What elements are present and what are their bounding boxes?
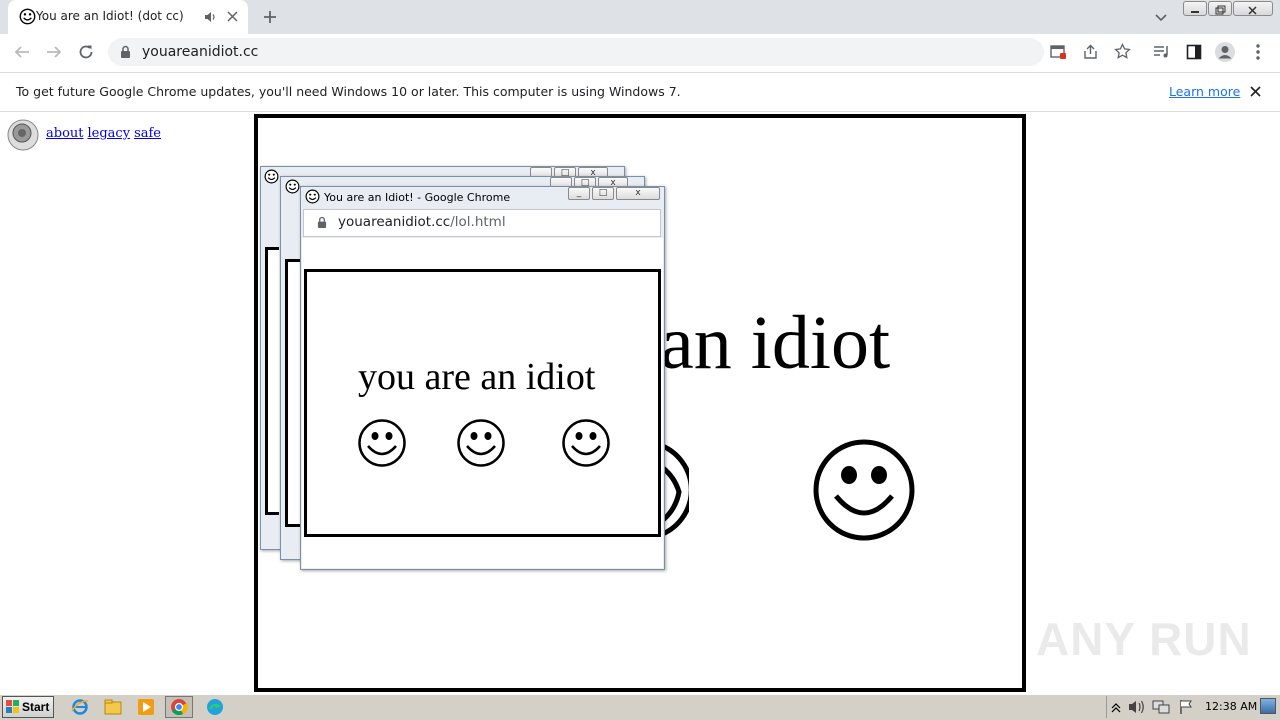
file-explorer-icon[interactable]: [104, 698, 122, 716]
popup-maximize-button[interactable]: □: [592, 187, 614, 200]
show-desktop-button[interactable]: [1260, 698, 1276, 714]
smiley-icon: [562, 419, 610, 467]
media-control-icon[interactable]: [1153, 44, 1171, 60]
popup-url: youareanidiot.cc/lol.html: [338, 214, 506, 230]
popup-idiot-text: you are an idiot: [358, 356, 596, 398]
start-label: Start: [22, 700, 50, 714]
volume-icon[interactable]: [1128, 699, 1146, 715]
about-link[interactable]: about: [46, 126, 84, 141]
chrome-taskbar-button[interactable]: [165, 696, 193, 718]
smiley-favicon-icon: [305, 189, 320, 204]
close-infobar-icon[interactable]: [1249, 85, 1262, 98]
page-links: about legacy safe: [46, 122, 165, 141]
back-arrow-icon[interactable]: [13, 44, 31, 60]
learn-more-link[interactable]: Learn more: [1169, 84, 1240, 99]
internet-explorer-icon[interactable]: [71, 698, 89, 716]
popup-content-frame: [304, 269, 661, 537]
smiley-icon: [457, 419, 505, 467]
minimize-window-button[interactable]: [1183, 1, 1207, 16]
big-smiley-icon: [813, 439, 915, 541]
speaker-sound-icon[interactable]: [6, 118, 40, 152]
chrome-icon: [171, 699, 188, 716]
speaker-audio-icon[interactable]: [203, 10, 217, 24]
close-window-button[interactable]: [1233, 1, 1273, 16]
restore-window-button[interactable]: [1208, 1, 1232, 16]
tray-divider: [1106, 696, 1107, 718]
share-icon[interactable]: [1082, 44, 1099, 60]
side-panel-icon[interactable]: [1186, 44, 1202, 60]
media-player-icon[interactable]: [137, 698, 155, 716]
tab-title: You are an Idiot! (dot cc): [36, 9, 184, 23]
windows-logo-icon: [6, 700, 19, 713]
popup-close-button[interactable]: x: [616, 187, 660, 200]
infobar-message: To get future Google Chrome updates, you…: [16, 84, 681, 99]
legacy-link[interactable]: legacy: [88, 126, 131, 141]
more-menu-icon[interactable]: [1252, 43, 1264, 61]
taskbar-clock[interactable]: 12:38 AM: [1205, 700, 1257, 713]
network-icon[interactable]: [1152, 699, 1170, 715]
new-tab-icon[interactable]: [262, 9, 278, 25]
smiley-icon: [358, 419, 406, 467]
reload-icon[interactable]: [77, 43, 95, 61]
blocked-popup-icon[interactable]: [1050, 44, 1067, 60]
smiley-favicon-icon: [264, 169, 279, 184]
popup-title: You are an Idiot! - Google Chrome: [324, 191, 511, 204]
action-center-flag-icon[interactable]: [1178, 699, 1194, 715]
lock-icon: [317, 216, 327, 228]
smiley-favicon-icon: [285, 179, 300, 194]
url-text[interactable]: youareanidiot.cc: [142, 44, 258, 60]
idiot-heading: an idiot: [660, 301, 891, 385]
bookmark-star-icon[interactable]: [1114, 43, 1131, 60]
tray-expand-icon[interactable]: [1110, 700, 1122, 714]
edge-icon[interactable]: [206, 698, 224, 716]
profile-avatar-icon[interactable]: [1214, 41, 1236, 63]
start-button[interactable]: Start: [2, 696, 54, 718]
smiley-favicon-icon: [19, 8, 36, 25]
safe-link[interactable]: safe: [134, 126, 161, 141]
forward-arrow-icon[interactable]: [45, 44, 63, 60]
close-tab-icon[interactable]: [226, 10, 239, 23]
tab-search-chevron-down-icon[interactable]: [1154, 10, 1168, 24]
popup-minimize-button[interactable]: _: [568, 187, 590, 200]
popup-front-controls[interactable]: _ □ x: [568, 187, 660, 200]
anyrun-watermark: ANY RUN: [1036, 613, 1252, 665]
lock-icon[interactable]: [120, 45, 131, 59]
